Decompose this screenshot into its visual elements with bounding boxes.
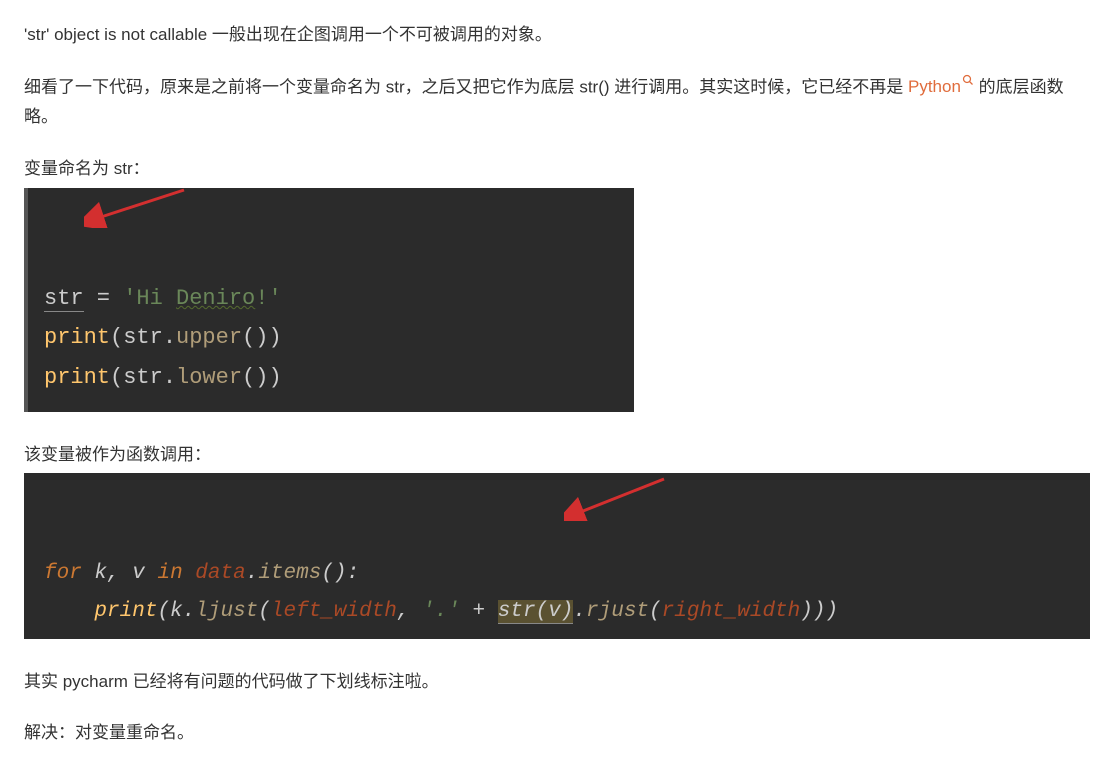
code2-op3: ( [536,600,549,623]
code2-l2-open2: ( [258,600,271,623]
code1-q2: ' [268,286,281,311]
code1-print2: print [44,325,110,350]
code1-l2-open: ( [110,325,123,350]
paragraph-3: 变量命名为 str： [24,154,1090,184]
python-link-text: Python [908,77,961,96]
code2-items: items [258,562,321,585]
code2-vv: v [548,600,561,623]
code2-indent [44,600,94,623]
code2-for: for [44,562,94,585]
code1-l2-upper: upper [176,325,242,350]
code1-q1: ' [123,286,136,311]
code2-cp4: ))) [800,600,838,623]
code2-in: in [145,562,195,585]
paragraph-5: 其实 pycharm 已经将有问题的代码做了下划线标注啦。 [24,667,1090,697]
code2-l2-dot1: . [183,600,196,623]
code2-paren: (): [321,562,359,585]
code2-dot: . [246,562,259,585]
code2-l2-k: k [170,600,183,623]
code1-l2-p: () [242,325,268,350]
code-block-2: for k, v in data.items(): print(k.ljust(… [24,473,1090,638]
code1-l2-close: ) [268,325,281,350]
code2-rw: right_width [662,600,801,623]
code2-rjust: rjust [586,600,649,623]
code2-k: k [94,562,107,585]
code2-l2-c1: , [397,600,422,623]
code2-comma: , [107,562,132,585]
paragraph-6: 解决：对变量重命名。 [24,718,1090,748]
code2-print: print [94,600,157,623]
paragraph-4: 该变量被作为函数调用： [24,440,1090,470]
code1-l3-p: () [242,365,268,390]
arrow-annotation-2 [564,473,674,521]
code2-op4: ( [649,600,662,623]
code2-ljust: ljust [195,600,258,623]
code1-eq: = [84,286,124,311]
code1-l3-close: ) [268,365,281,390]
arrow-annotation-1 [84,188,194,228]
code1-print3: print [44,365,110,390]
code1-s1: Hi [136,286,176,311]
code1-s2: Deniro [176,286,255,311]
code1-str-var: str [44,286,84,312]
code2-v: v [132,562,145,585]
code2-plus: + [460,600,498,623]
code2-cp3: ) [561,600,574,623]
code-block-1: str = 'Hi Deniro!' print(str.upper()) pr… [24,188,634,412]
code2-lw: left_width [271,600,397,623]
code1-s3: ! [255,286,268,311]
code2-dot2: . [573,600,586,623]
code1-l2-obj: str. [123,325,176,350]
paragraph-2: 细看了一下代码，原来是之前将一个变量命名为 str，之后又把它作为底层 str(… [24,72,1090,132]
search-icon [962,72,974,93]
code2-l2-str: '.' [422,600,460,623]
code1-l3-lower: lower [176,365,242,390]
code2-l2-open: ( [157,600,170,623]
paragraph-1: 'str' object is not callable 一般出现在企图调用一个… [24,20,1090,50]
code2-data: data [195,562,245,585]
code2-str-call: str(v) [498,600,574,624]
para2-text-a: 细看了一下代码，原来是之前将一个变量命名为 str，之后又把它作为底层 str(… [24,77,908,96]
python-link[interactable]: Python [908,77,974,96]
code1-l3-obj: str. [123,365,176,390]
code1-l3-open: ( [110,365,123,390]
code2-str: str [498,600,536,623]
